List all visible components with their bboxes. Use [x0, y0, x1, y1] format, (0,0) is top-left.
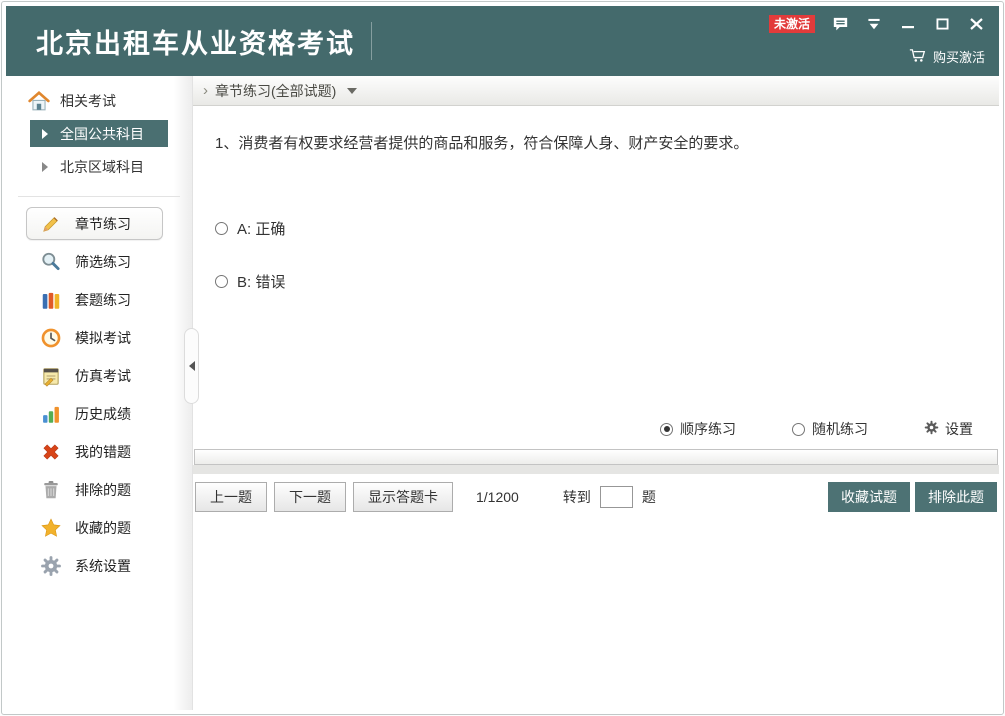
magnifier-icon — [40, 251, 62, 273]
sequential-practice-radio[interactable]: 顺序练习 — [660, 419, 736, 439]
settings-button[interactable]: 设置 — [924, 419, 973, 439]
pencil-icon — [40, 213, 62, 235]
favorite-question-button[interactable]: 收藏试题 — [828, 482, 910, 512]
title-bar: 北京出租车从业资格考试 未激活 — [6, 6, 999, 76]
random-practice-radio[interactable]: 随机练习 — [792, 419, 868, 439]
arrow-left-icon — [189, 361, 195, 371]
settings-label: 设置 — [945, 419, 973, 439]
sidebar: 相关考试 全国公共科目 北京区域科目 章节练习 筛 — [6, 76, 192, 710]
sidebar-collapse-handle[interactable] — [184, 328, 199, 404]
sidebar-divider — [18, 196, 180, 197]
activation-status-badge: 未激活 — [769, 15, 815, 33]
related-exams-header: 相关考试 — [6, 88, 192, 114]
sidebar-item-set-practice[interactable]: 套题练习 — [26, 283, 163, 316]
buy-activation-button[interactable]: 购买激活 — [909, 47, 985, 66]
nav-label: 我的错题 — [75, 442, 131, 462]
feedback-icon[interactable] — [831, 16, 849, 32]
question-panel: 1、消费者有权要求经营者提供的商品和服务，符合保障人身、财产安全的要求。 A: … — [193, 106, 999, 449]
sidebar-item-national-subject[interactable]: 全国公共科目 — [30, 120, 168, 147]
content-filler — [193, 520, 999, 710]
radio-option-a[interactable] — [215, 222, 228, 235]
star-icon — [40, 517, 62, 539]
sidebar-item-excluded-questions[interactable]: 排除的题 — [26, 473, 163, 506]
option-a[interactable]: A: 正确 — [215, 218, 979, 239]
nav-label: 系统设置 — [75, 556, 131, 576]
sequential-label: 顺序练习 — [680, 419, 736, 439]
breadcrumb-label: 章节练习(全部试题) — [215, 81, 336, 101]
sidebar-item-wrong-questions[interactable]: 我的错题 — [26, 435, 163, 468]
clock-icon — [40, 327, 62, 349]
trash-icon — [40, 479, 62, 501]
sidebar-item-beijing-subject[interactable]: 北京区域科目 — [30, 153, 168, 180]
bar-chart-icon — [40, 403, 62, 425]
goto-prefix-label: 转到 — [563, 487, 591, 507]
goto-question-input[interactable] — [600, 486, 633, 508]
show-answer-card-button[interactable]: 显示答题卡 — [353, 482, 453, 512]
buy-activation-label: 购买激活 — [933, 47, 985, 66]
sidebar-item-chapter-practice[interactable]: 章节练习 — [26, 207, 163, 240]
close-button[interactable] — [967, 16, 985, 32]
goto-question-group: 转到 题 — [563, 486, 656, 508]
red-x-icon — [40, 441, 62, 463]
next-question-button[interactable]: 下一题 — [274, 482, 346, 512]
breadcrumb[interactable]: › 章节练习(全部试题) — [193, 76, 999, 106]
sidebar-item-history-scores[interactable]: 历史成绩 — [26, 397, 163, 430]
options-list: A: 正确 B: 错误 — [215, 218, 979, 324]
arrow-right-icon — [42, 162, 48, 172]
related-exams-label: 相关考试 — [60, 91, 116, 111]
settings-gear-icon — [924, 420, 939, 438]
radio-sequential[interactable] — [660, 423, 673, 436]
nav-label: 仿真考试 — [75, 366, 131, 386]
radio-option-b[interactable] — [215, 275, 228, 288]
nav-label: 套题练习 — [75, 290, 131, 310]
previous-question-button[interactable]: 上一题 — [195, 482, 267, 512]
option-a-label: A: 正确 — [237, 218, 285, 239]
sidebar-item-favorite-questions[interactable]: 收藏的题 — [26, 511, 163, 544]
nav-label: 历史成绩 — [75, 404, 131, 424]
title-separator — [371, 22, 372, 60]
app-window: 北京出租车从业资格考试 未激活 — [1, 1, 1004, 715]
question-toolbar: 上一题 下一题 显示答题卡 1/1200 转到 题 收藏试题 排除此题 — [193, 474, 999, 520]
cart-icon — [909, 47, 926, 66]
goto-suffix-label: 题 — [642, 487, 656, 507]
maximize-button[interactable] — [933, 16, 951, 32]
radio-random[interactable] — [792, 423, 805, 436]
sidebar-item-filter-practice[interactable]: 筛选练习 — [26, 245, 163, 278]
exclude-question-button[interactable]: 排除此题 — [915, 482, 997, 512]
notepad-icon — [40, 365, 62, 387]
arrow-right-icon — [42, 129, 48, 139]
subject-label: 北京区域科目 — [60, 157, 144, 177]
minimize-button[interactable] — [899, 16, 917, 32]
nav-label: 收藏的题 — [75, 518, 131, 538]
progress-bar — [194, 449, 998, 465]
question-text: 1、消费者有权要求经营者提供的商品和服务，符合保障人身、财产安全的要求。 — [215, 133, 979, 156]
subject-label: 全国公共科目 — [60, 124, 144, 144]
chevron-right-icon: › — [203, 82, 208, 99]
nav-label: 排除的题 — [75, 480, 131, 500]
question-counter: 1/1200 — [476, 489, 519, 505]
sidebar-item-mock-exam[interactable]: 模拟考试 — [26, 321, 163, 354]
nav-label: 章节练习 — [75, 214, 131, 234]
nav-label: 模拟考试 — [75, 328, 131, 348]
chevron-down-icon — [347, 88, 357, 94]
books-icon — [40, 289, 62, 311]
skin-menu-icon[interactable] — [865, 16, 883, 32]
toolbar-divider — [193, 465, 999, 474]
app-title: 北京出租车从业资格考试 — [36, 22, 355, 61]
option-b[interactable]: B: 错误 — [215, 271, 979, 292]
gear-icon — [40, 555, 62, 577]
home-icon — [28, 90, 50, 112]
nav-label: 筛选练习 — [75, 252, 131, 272]
option-b-label: B: 错误 — [237, 271, 285, 292]
main-content: › 章节练习(全部试题) 1、消费者有权要求经营者提供的商品和服务，符合保障人身… — [192, 76, 999, 710]
practice-mode-row: 顺序练习 随机练习 设置 — [215, 419, 979, 439]
sidebar-item-system-settings[interactable]: 系统设置 — [26, 549, 163, 582]
random-label: 随机练习 — [812, 419, 868, 439]
sidebar-item-simulation-exam[interactable]: 仿真考试 — [26, 359, 163, 392]
